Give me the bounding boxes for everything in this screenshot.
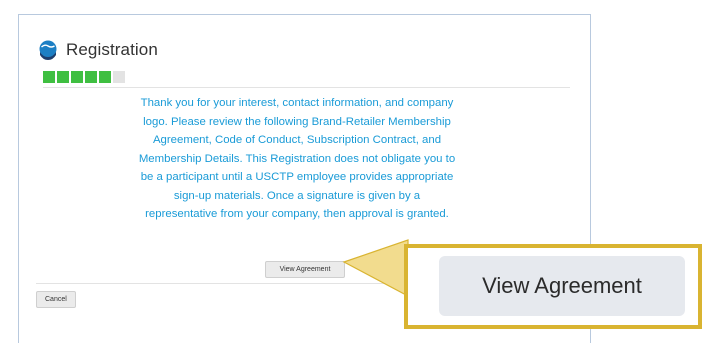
progress-step-3 xyxy=(71,71,83,83)
progress-step-5 xyxy=(99,71,111,83)
dialog-header: Registration xyxy=(37,35,158,65)
zoomed-view-agreement-button: View Agreement xyxy=(439,256,685,316)
progress-step-1 xyxy=(43,71,55,83)
callout-zoom-box: View Agreement xyxy=(404,244,702,329)
footer-divider xyxy=(36,283,392,284)
header-divider xyxy=(43,87,570,88)
progress-step-4 xyxy=(85,71,97,83)
registration-message: Thank you for your interest, contact inf… xyxy=(138,97,456,220)
progress-bar xyxy=(43,71,125,83)
globe-hand-logo-icon xyxy=(39,40,57,60)
cancel-button[interactable]: Cancel xyxy=(36,291,76,308)
view-agreement-button[interactable]: View Agreement xyxy=(265,261,345,278)
dialog-title: Registration xyxy=(66,40,158,59)
progress-step-2 xyxy=(57,71,69,83)
progress-step-6 xyxy=(113,71,125,83)
